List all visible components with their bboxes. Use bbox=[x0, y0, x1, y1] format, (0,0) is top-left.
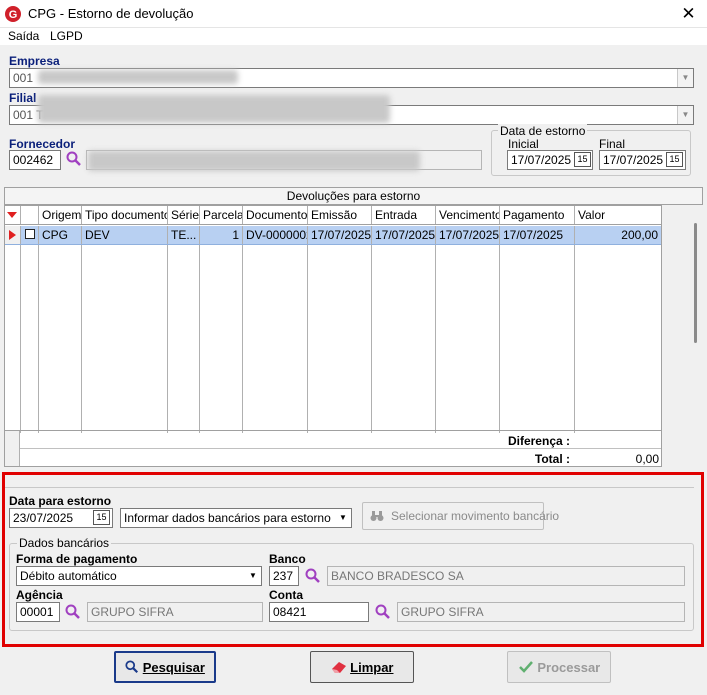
cell-origem: CPG bbox=[39, 226, 82, 244]
checkmark-icon bbox=[518, 661, 533, 673]
app-logo-icon: G bbox=[5, 6, 21, 22]
modo-estorno-select[interactable]: Informar dados bancários para estorno bbox=[120, 508, 352, 528]
grid-header: Origem Tipo documento Série Parcela Docu… bbox=[5, 206, 661, 225]
limpar-label: Limpar bbox=[350, 660, 394, 675]
fornecedor-code-input[interactable]: 002462 bbox=[9, 150, 61, 170]
cell-entrada: 17/07/2025 bbox=[372, 226, 436, 244]
menu-lgpd[interactable]: LGPD bbox=[50, 29, 83, 43]
close-icon[interactable]: ✕ bbox=[670, 0, 707, 28]
col-serie[interactable]: Série bbox=[168, 206, 200, 224]
empresa-label: Empresa bbox=[9, 54, 60, 68]
cell-emissao: 17/07/2025 bbox=[308, 226, 372, 244]
menu-bar bbox=[0, 28, 707, 45]
row-checkbox[interactable] bbox=[21, 226, 39, 244]
cell-valor: 200,00 bbox=[621, 228, 658, 242]
chevron-down-icon[interactable]: ▼ bbox=[677, 106, 693, 124]
search-icon[interactable] bbox=[66, 151, 82, 167]
inicial-label: Inicial bbox=[508, 137, 539, 151]
selecionar-movimento-button[interactable]: Selecionar movimento bancário bbox=[362, 502, 559, 530]
forma-pagamento-select[interactable]: Débito automático bbox=[16, 566, 262, 586]
conta-code-input[interactable]: 08421 bbox=[269, 602, 369, 622]
cell-serie: TE... bbox=[168, 226, 200, 244]
limpar-button[interactable]: Limpar bbox=[310, 651, 414, 683]
col-entrada[interactable]: Entrada bbox=[372, 206, 436, 224]
cell-tipo: DEV bbox=[82, 226, 168, 244]
binoculars-icon bbox=[370, 511, 384, 521]
checkbox-column-header bbox=[21, 206, 39, 224]
forma-pagamento-value: Débito automático bbox=[20, 569, 117, 583]
search-icon[interactable] bbox=[305, 568, 321, 584]
cell-documento: DV-0000002 bbox=[243, 226, 308, 244]
calendar-icon[interactable]: 15 bbox=[574, 152, 591, 167]
calendar-icon[interactable]: 15 bbox=[93, 510, 110, 525]
total-label: Total : bbox=[534, 452, 570, 466]
scrollbar-thumb[interactable] bbox=[694, 223, 697, 343]
redacted-empresa bbox=[38, 70, 238, 84]
col-documento[interactable]: Documento bbox=[243, 206, 308, 224]
final-label: Final bbox=[599, 137, 626, 151]
modo-estorno-value: Informar dados bancários para estorno bbox=[124, 511, 331, 525]
col-valor[interactable]: Valor bbox=[575, 206, 661, 224]
search-icon[interactable] bbox=[65, 604, 81, 620]
processar-button[interactable]: Processar bbox=[507, 651, 611, 683]
redacted-fornecedor bbox=[88, 151, 420, 171]
col-pagamento[interactable]: Pagamento bbox=[500, 206, 575, 224]
diferenca-label: Diferença : bbox=[507, 434, 570, 448]
empresa-value: 001 bbox=[13, 71, 34, 85]
grid-scrollbar[interactable] bbox=[689, 205, 703, 467]
conta-nome-input: GRUPO SIFRA bbox=[397, 602, 685, 622]
search-icon[interactable] bbox=[375, 604, 391, 620]
eraser-icon bbox=[331, 662, 346, 673]
selecionar-movimento-label: Selecionar movimento bancário bbox=[391, 509, 560, 523]
data-estorno-group-label: Data de estorno bbox=[498, 124, 588, 138]
col-parcela[interactable]: Parcela bbox=[200, 206, 243, 224]
grid-caption: Devoluções para estorno bbox=[4, 187, 703, 205]
banco-nome-input: BANCO BRADESCO SA bbox=[327, 566, 685, 586]
chevron-down-icon[interactable]: ▼ bbox=[677, 69, 693, 87]
data-para-estorno-label: Data para estorno bbox=[9, 494, 112, 508]
dados-bancarios-label: Dados bancários bbox=[17, 536, 112, 550]
col-vencimento[interactable]: Vencimento bbox=[436, 206, 500, 224]
col-tipo-documento[interactable]: Tipo documento bbox=[82, 206, 168, 224]
banco-label: Banco bbox=[269, 552, 306, 566]
table-row[interactable]: CPG DEV TE... 1 DV-0000002 17/07/2025 17… bbox=[5, 226, 661, 245]
chevron-down-icon[interactable]: ▼ bbox=[245, 567, 261, 585]
chevron-down-icon[interactable]: ▼ bbox=[335, 509, 351, 527]
banco-code-input[interactable]: 237 bbox=[269, 566, 299, 586]
total-value: 0,00 bbox=[635, 452, 659, 466]
cell-pagamento: 17/07/2025 bbox=[500, 226, 575, 244]
menu-saida[interactable]: Saída bbox=[8, 29, 39, 43]
forma-pagamento-label: Forma de pagamento bbox=[16, 552, 138, 566]
filial-label: Filial bbox=[9, 91, 37, 105]
agencia-label: Agência bbox=[16, 588, 63, 602]
window-title: CPG - Estorno de devolução bbox=[28, 6, 194, 21]
fornecedor-label: Fornecedor bbox=[9, 137, 76, 151]
col-emissao[interactable]: Emissão bbox=[308, 206, 372, 224]
agencia-nome-input: GRUPO SIFRA bbox=[87, 602, 263, 622]
processar-label: Processar bbox=[537, 660, 601, 675]
conta-label: Conta bbox=[269, 588, 303, 602]
row-indicator-icon bbox=[5, 226, 21, 244]
svg-text:G: G bbox=[9, 9, 18, 21]
cell-parcela: 1 bbox=[200, 226, 243, 244]
calendar-icon[interactable]: 15 bbox=[666, 152, 683, 167]
redacted-filial bbox=[38, 95, 390, 123]
pesquisar-button[interactable]: Pesquisar bbox=[114, 651, 216, 683]
agencia-code-input[interactable]: 00001 bbox=[16, 602, 60, 622]
search-icon bbox=[125, 660, 139, 674]
pesquisar-label: Pesquisar bbox=[142, 660, 205, 675]
col-origem[interactable]: Origem bbox=[39, 206, 82, 224]
devolucoes-grid: Origem Tipo documento Série Parcela Docu… bbox=[4, 205, 662, 467]
cell-vencimento: 17/07/2025 bbox=[436, 226, 500, 244]
sort-indicator-icon[interactable] bbox=[5, 206, 21, 224]
